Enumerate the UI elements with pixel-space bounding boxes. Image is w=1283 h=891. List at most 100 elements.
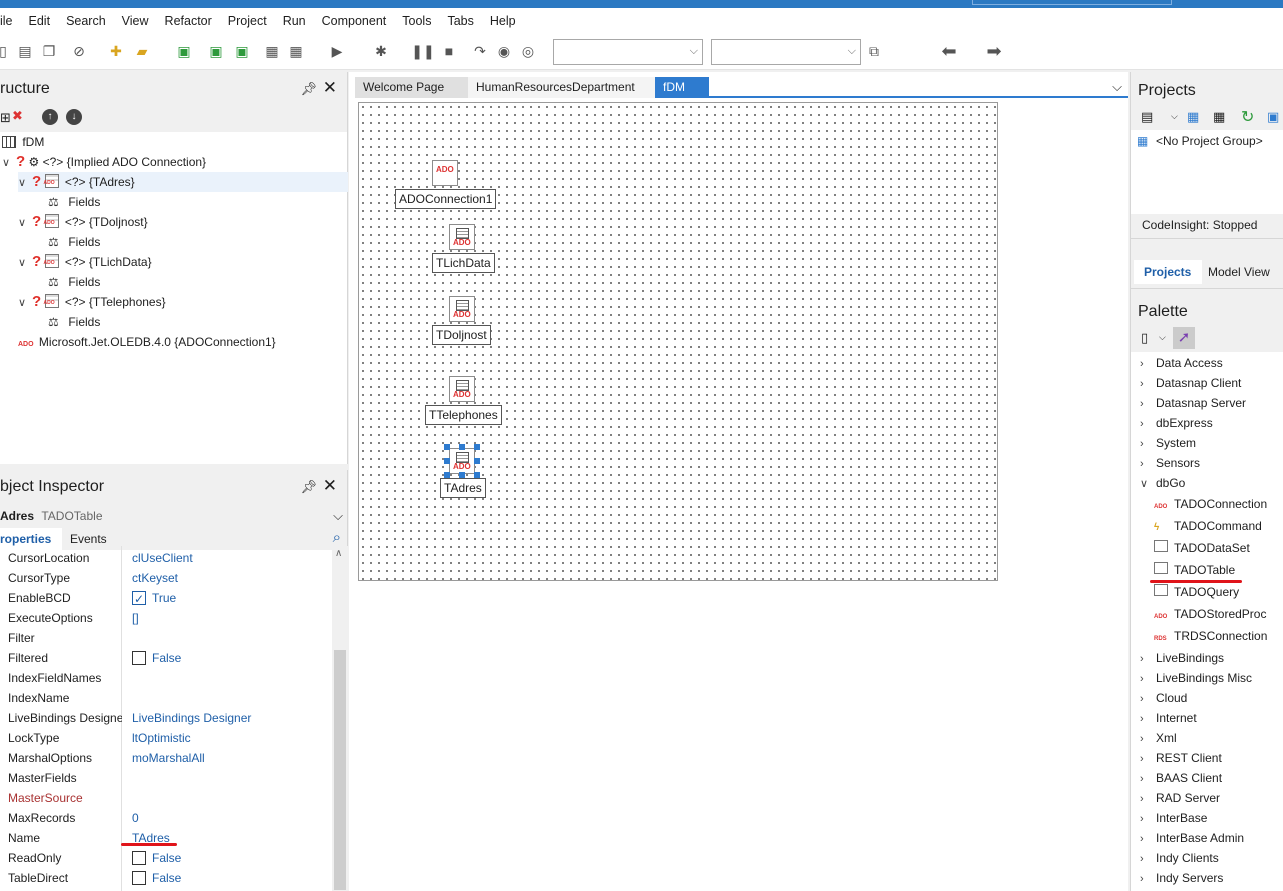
checkbox-unchecked[interactable]: [132, 651, 146, 665]
project-group-item[interactable]: <No Project Group>: [1156, 134, 1263, 148]
stop-icon[interactable]: ■: [440, 42, 458, 60]
tree-icon[interactable]: ⊞: [0, 110, 11, 126]
tree-node-tdoljnost[interactable]: ∨? <?> {TDoljnost}: [18, 212, 148, 233]
move-up-icon[interactable]: ↑: [42, 109, 58, 125]
palette-item-tadostoredproc[interactable]: ADO TADOStoredProc: [1154, 604, 1266, 624]
palette-item-trdsconnection[interactable]: RDS TRDSConnection: [1154, 626, 1267, 646]
forward-arrow-icon[interactable]: ➡: [985, 41, 1003, 61]
tree-node-ttelephones[interactable]: ∨? <?> {TTelephones}: [18, 292, 166, 313]
chevron-down-icon[interactable]: ∨: [18, 253, 32, 273]
tree-node-fields[interactable]: ⚖ Fields: [48, 312, 100, 332]
ado-table-component-icon[interactable]: ADO: [449, 376, 475, 402]
palette-item-tadoconnection[interactable]: ADO TADOConnection: [1154, 494, 1267, 514]
chevron-down-icon[interactable]: ⌵: [1159, 332, 1166, 343]
view-icon[interactable]: ▣: [1267, 109, 1279, 125]
palette-category[interactable]: › LiveBindings: [1140, 648, 1224, 668]
checkbox-unchecked[interactable]: [132, 871, 146, 885]
prop-row[interactable]: MasterFields: [0, 768, 332, 788]
tab-hr-department[interactable]: HumanResourcesDepartment: [468, 77, 655, 98]
platform-combo[interactable]: ⌵: [711, 39, 861, 65]
menu-component[interactable]: Component: [314, 14, 395, 28]
ado-connection-component-icon[interactable]: ADO: [432, 160, 458, 186]
menu-tools[interactable]: Tools: [394, 14, 439, 28]
debug-icon[interactable]: ✱: [372, 42, 390, 60]
open-folder-icon[interactable]: ▰: [133, 42, 151, 60]
config-combo[interactable]: ⌵: [553, 39, 703, 65]
palette-category[interactable]: › dbExpress: [1140, 413, 1213, 433]
prop-row[interactable]: IndexName: [0, 688, 332, 708]
palette-new-icon[interactable]: ▯: [1141, 330, 1148, 346]
palette-item-tadotable[interactable]: TADOTable: [1154, 560, 1235, 580]
palette-category[interactable]: › LiveBindings Misc: [1140, 668, 1252, 688]
tree-node-tadres[interactable]: ∨? <?> {TAdres}: [18, 172, 348, 193]
tree-node-fdm[interactable]: fDM: [2, 132, 44, 152]
new-item-icon[interactable]: ✚: [107, 42, 125, 60]
palette-item-tadoquery[interactable]: TADOQuery: [1154, 582, 1239, 602]
palette-category[interactable]: › InterBase: [1140, 808, 1207, 828]
selection-handle[interactable]: [459, 444, 465, 450]
tab-welcome-page[interactable]: Welcome Page: [355, 77, 468, 98]
tree-node-fields[interactable]: ⚖ Fields: [48, 232, 100, 252]
selection-handle[interactable]: [444, 458, 450, 464]
prop-row[interactable]: EnableBCDTrue: [0, 588, 332, 609]
chevron-down-icon[interactable]: ⌵: [1171, 111, 1178, 122]
palette-category[interactable]: › Datasnap Client: [1140, 373, 1241, 393]
run-icon[interactable]: ▶: [328, 42, 346, 60]
new-project-icon[interactable]: ▤: [1141, 109, 1153, 125]
palette-category[interactable]: › Xml: [1140, 728, 1177, 748]
menu-file[interactable]: ile: [0, 14, 21, 28]
chevron-down-icon[interactable]: ∨: [2, 153, 16, 173]
pin-icon[interactable]: 📌︎: [300, 81, 317, 97]
palette-category[interactable]: › REST Client: [1140, 748, 1222, 768]
title-search-box[interactable]: [972, 0, 1172, 5]
new-file-icon[interactable]: ▯: [0, 42, 12, 60]
selection-handle[interactable]: [474, 444, 480, 450]
chevron-down-icon[interactable]: ∨: [18, 293, 32, 313]
palette-category[interactable]: › Indy Servers: [1140, 868, 1223, 888]
tab-projects[interactable]: Projects: [1134, 260, 1202, 284]
component-label[interactable]: TTelephones: [425, 405, 502, 425]
inspector-scrollbar[interactable]: ∧: [332, 546, 348, 891]
save-as-icon[interactable]: ▣: [233, 42, 251, 60]
palette-category[interactable]: › InterBase Admin: [1140, 828, 1244, 848]
move-down-icon[interactable]: ↓: [66, 109, 82, 125]
menu-view[interactable]: View: [114, 14, 157, 28]
palette-category[interactable]: › Internet: [1140, 708, 1197, 728]
scroll-up-icon[interactable]: ∧: [335, 548, 342, 559]
prop-row[interactable]: CursorLocation clUseClient: [0, 548, 332, 568]
tab-events[interactable]: Events: [64, 528, 113, 550]
menu-search[interactable]: Search: [58, 14, 114, 28]
tree-node-fields[interactable]: ⚖ Fields: [48, 192, 100, 212]
save-all-icon[interactable]: ▣: [207, 42, 225, 60]
tree-node-oledb-connection[interactable]: ADO Microsoft.Jet.OLEDB.4.0 {ADOConnecti…: [18, 332, 276, 352]
remove-icon[interactable]: ⊘: [70, 42, 88, 60]
open-icon[interactable]: ▤: [16, 42, 34, 60]
component-label[interactable]: TDoljnost: [432, 325, 491, 345]
prop-row[interactable]: LiveBindings Designe LiveBindings Designe…: [0, 708, 332, 728]
menu-tabs[interactable]: Tabs: [439, 14, 481, 28]
palette-category[interactable]: › System: [1140, 433, 1196, 453]
chevron-down-icon[interactable]: ∨: [18, 213, 32, 233]
menu-help[interactable]: Help: [482, 14, 524, 28]
palette-item-tadodataset[interactable]: TADODataSet: [1154, 538, 1250, 558]
scrollbar-thumb[interactable]: [334, 650, 346, 890]
trace-into-icon[interactable]: ◉: [495, 42, 513, 60]
ado-table-component-icon-selected[interactable]: ADO: [449, 448, 475, 474]
back-arrow-icon[interactable]: ⬅: [940, 41, 958, 61]
palette-category[interactable]: › Cloud: [1140, 688, 1187, 708]
chevron-down-icon[interactable]: ⌵: [1112, 79, 1122, 95]
prop-row[interactable]: MarshalOptions moMarshalAll: [0, 748, 332, 768]
copy-icon[interactable]: ❐: [40, 42, 58, 60]
selected-component-combo[interactable]: Adres TADOTable ⌵: [0, 504, 347, 528]
palette-category-dbgo[interactable]: ∨ dbGo: [1140, 473, 1185, 493]
component-label[interactable]: TLichData: [432, 253, 495, 273]
search-icon[interactable]: ⌕: [333, 529, 341, 546]
ado-table-component-icon[interactable]: ADO: [449, 296, 475, 322]
pin-icon[interactable]: 📌︎: [300, 479, 317, 495]
tree-node-tlichdata[interactable]: ∨? <?> {TLichData}: [18, 252, 152, 273]
prop-row[interactable]: MasterSource: [0, 788, 332, 808]
prop-row[interactable]: Filter: [0, 628, 332, 648]
tab-model-view[interactable]: Model View: [1208, 260, 1270, 284]
close-icon[interactable]: ✕: [323, 476, 337, 496]
toggle-form-icon[interactable]: ▦: [263, 42, 281, 60]
